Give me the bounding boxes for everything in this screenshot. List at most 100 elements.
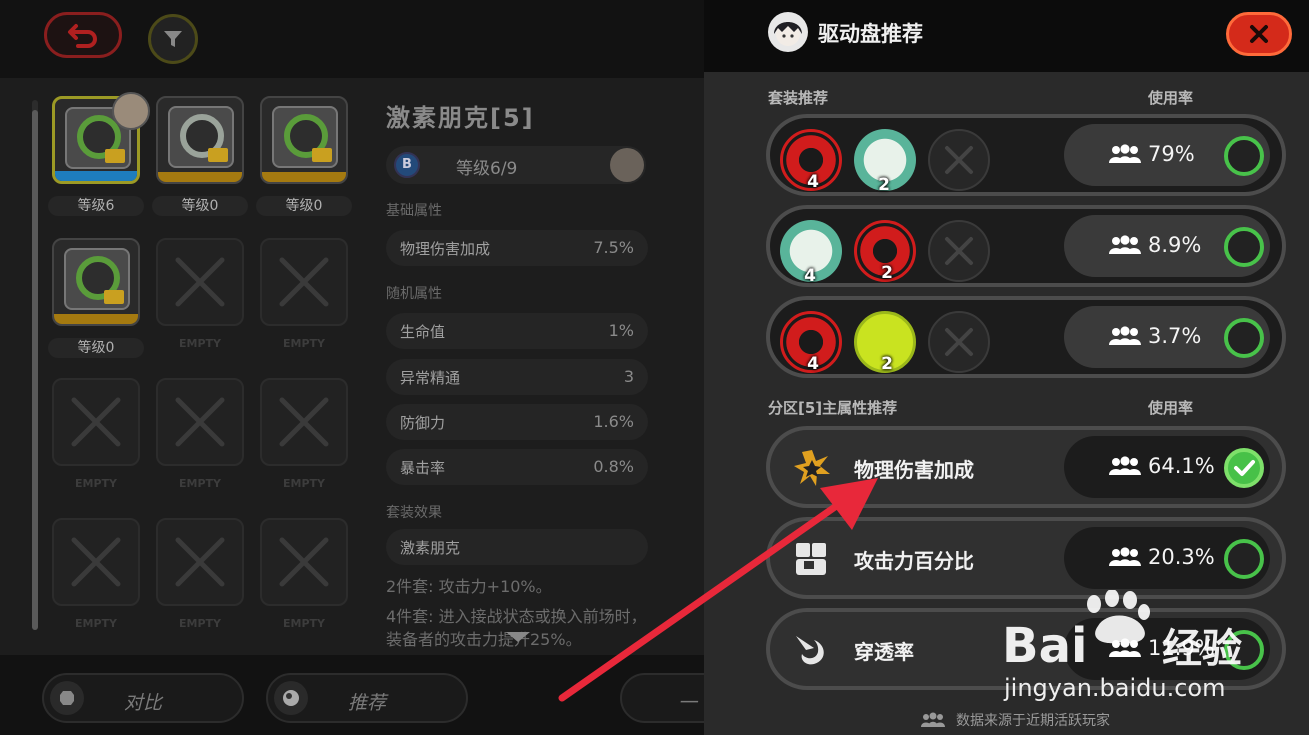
svg-text:经验: 经验 xyxy=(1162,626,1242,670)
sets-header: 套装推荐 xyxy=(768,89,829,107)
agent-avatar xyxy=(768,12,808,52)
panel-header: 驱动盘推荐 xyxy=(704,0,1309,72)
attr-recommend-card[interactable]: 攻击力百分比 20.3% xyxy=(766,517,1286,599)
attr-recommend-card[interactable]: 物理伤害加成 64.1% xyxy=(766,426,1286,508)
empty-disk-slot[interactable] xyxy=(52,518,140,606)
set-recommend-card[interactable]: 4 2 3.7% xyxy=(766,296,1286,378)
equipped-agent-avatar-small xyxy=(610,148,644,182)
usage-rate-box: 79% xyxy=(1064,124,1270,186)
back-button[interactable] xyxy=(44,12,122,58)
disk-level-row: B 等级6/9 xyxy=(386,146,646,184)
empty-disk-slot[interactable] xyxy=(156,238,244,326)
disk-slot[interactable] xyxy=(156,96,244,184)
disk-slot[interactable] xyxy=(260,96,348,184)
penetration-icon xyxy=(796,636,824,665)
empty-disk-slot[interactable] xyxy=(260,378,348,466)
drive-set-red-icon: 2 xyxy=(854,220,916,283)
compare-label: 对比 xyxy=(123,692,162,714)
empty-disk-slot[interactable] xyxy=(156,378,244,466)
set-2pc-effect: 2件套: 攻击力+10%。 xyxy=(386,577,552,596)
empty-x-icon xyxy=(279,257,329,307)
disk-tag xyxy=(105,149,125,163)
random-stat-row: 防御力 1.6% xyxy=(386,404,648,440)
slot-label: EMPTY xyxy=(75,477,117,490)
slot-label: EMPTY xyxy=(283,617,325,630)
stat-name: 生命值 xyxy=(400,323,446,341)
sets-rate-header: 使用率 xyxy=(1148,89,1194,107)
equipped-agent-avatar xyxy=(112,92,150,130)
set-recommend-card[interactable]: 4 2 79% xyxy=(766,114,1286,196)
rarity-bar xyxy=(158,172,242,182)
baidu-jingyan-watermark-logo: Bai 经验 xyxy=(1002,590,1242,670)
third-action-button[interactable]: 一 xyxy=(620,673,704,723)
select-toggle[interactable] xyxy=(1224,136,1264,176)
select-toggle[interactable] xyxy=(1224,227,1264,267)
empty-disk-slot[interactable] xyxy=(260,238,348,326)
players-icon xyxy=(1109,456,1141,475)
drive-set-red-icon: 4 xyxy=(780,129,842,192)
inventory-scrollbar-thumb[interactable] xyxy=(32,110,38,630)
stat-name: 暴击率 xyxy=(400,459,446,477)
third-action-label: 一 xyxy=(678,692,698,714)
empty-x-icon xyxy=(945,328,973,356)
rarity-bar xyxy=(54,314,138,324)
select-toggle[interactable] xyxy=(1224,539,1264,579)
drive-disk-icon xyxy=(64,248,130,310)
select-toggle[interactable] xyxy=(1224,318,1264,358)
svg-text:Bai: Bai xyxy=(1002,618,1087,670)
empty-x-icon xyxy=(945,146,973,174)
rarity-bar xyxy=(262,172,346,182)
set-card-inner: 4 2 79% xyxy=(770,118,1282,195)
usage-rate: 79% xyxy=(1148,142,1195,166)
drive-disk-icon xyxy=(168,106,234,168)
select-toggle[interactable] xyxy=(1224,448,1264,488)
base-stat-row: 物理伤害加成 7.5% xyxy=(386,230,648,266)
disk-tag xyxy=(312,148,332,162)
usage-rate: 64.1% xyxy=(1148,454,1215,478)
stat-name: 物理伤害加成 xyxy=(400,240,491,258)
set-4pc-effect: 4件套: 进入接战状态或换入前场时，装备者的攻击力提升25%。 xyxy=(386,607,647,649)
attr-header: 分区[5]主属性推荐 xyxy=(768,399,898,417)
drive-set-lime-icon: 2 xyxy=(854,311,916,374)
stat-value: 1.6% xyxy=(593,412,634,431)
filter-button[interactable] xyxy=(148,14,198,64)
empty-x-icon xyxy=(279,537,329,587)
recommend-button[interactable]: 推荐 xyxy=(266,673,468,723)
data-source-note: 数据来源于近期活跃玩家 xyxy=(956,713,1110,729)
close-x-icon xyxy=(1250,25,1268,43)
set-name: 激素朋克 xyxy=(400,539,461,557)
empty-disk-slot[interactable] xyxy=(260,518,348,606)
drive-disk-icon xyxy=(272,106,338,168)
close-button[interactable] xyxy=(1226,12,1292,56)
disk-title: 激素朋克[5] xyxy=(386,104,535,132)
empty-x-icon xyxy=(175,257,225,307)
slot-label: 等级6 xyxy=(48,196,144,216)
set-card-inner: 4 2 8.9% xyxy=(770,209,1282,286)
random-stat-row: 生命值 1% xyxy=(386,313,648,349)
empty-x-icon xyxy=(175,537,225,587)
drive-set-teal-icon: 2 xyxy=(854,129,916,195)
players-icon xyxy=(1109,144,1141,163)
empty-set-icon xyxy=(928,311,990,373)
empty-set-icon xyxy=(928,129,990,191)
piece-count: 2 xyxy=(881,263,893,283)
set-recommend-card[interactable]: 4 2 8.9% xyxy=(766,205,1286,287)
base-stats-label: 基础属性 xyxy=(386,203,442,219)
rank-b-icon: B xyxy=(394,152,420,178)
set-card-inner: 4 2 3.7% xyxy=(770,300,1282,374)
usage-rate: 3.7% xyxy=(1148,324,1202,348)
slot-label: 等级0 xyxy=(256,196,352,216)
usage-rate: 20.3% xyxy=(1148,545,1215,569)
empty-disk-slot[interactable] xyxy=(52,378,140,466)
panel-title: 驱动盘推荐 xyxy=(818,22,923,46)
compare-button[interactable]: 对比 xyxy=(42,673,244,723)
disk-slot[interactable] xyxy=(52,238,140,326)
empty-x-icon xyxy=(945,237,973,265)
expand-chevron-icon[interactable] xyxy=(506,632,530,642)
empty-disk-slot[interactable] xyxy=(156,518,244,606)
slot-label: 等级0 xyxy=(152,196,248,216)
attack-fist-icon xyxy=(796,543,826,575)
piece-count: 4 xyxy=(807,172,819,192)
attr-name: 攻击力百分比 xyxy=(854,549,974,573)
usage-rate-box: 8.9% xyxy=(1064,215,1270,277)
